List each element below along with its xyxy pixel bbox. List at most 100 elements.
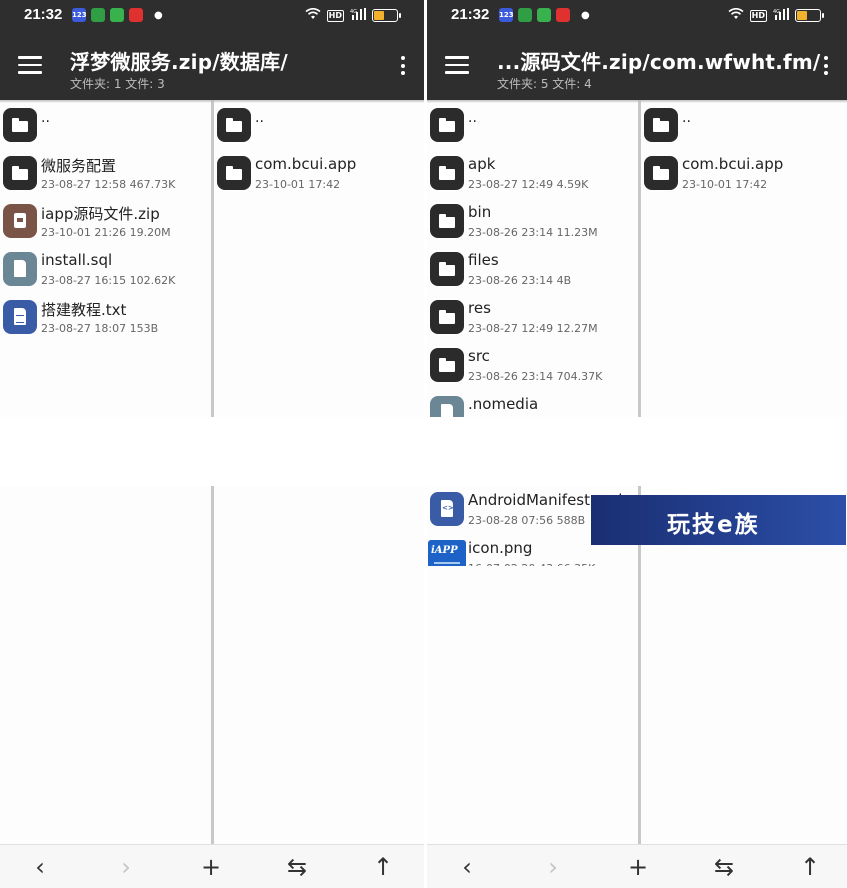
path-subtitle: 文件夹: 1 文件: 3 (70, 77, 165, 91)
calendar-icon: 123 (72, 8, 87, 22)
app-bar: ...源码文件.zip/com.wfwht.fm/ 文件夹: 5 文件: 4 (427, 32, 847, 100)
status-indicators: HD 4G (728, 7, 824, 23)
image-thumbnail-icon: iAPP (428, 540, 466, 566)
forward-button[interactable]: › (112, 853, 140, 881)
bottom-toolbar: ‹ › + ⇆ ↑ (427, 844, 847, 888)
status-bar: 21:32 123 ● HD 4G (0, 0, 424, 32)
calendar-icon: 123 (499, 8, 514, 22)
swap-panes-button[interactable]: ⇆ (710, 853, 738, 881)
file-name: install.sql (41, 251, 113, 269)
appbar-shadow (0, 100, 424, 103)
wifi-icon (305, 7, 321, 23)
status-time: 21:32 (451, 6, 490, 23)
file-list-item[interactable]: apk 23-08-27 12:49 4.59K (427, 150, 638, 196)
file-meta: 23-10-01 17:42 (682, 178, 768, 191)
android-icon (110, 8, 124, 22)
file-list-item[interactable]: src 23-08-26 23:14 704.37K (427, 342, 638, 388)
file-name: .. (41, 110, 50, 126)
file-list-item[interactable]: com.bcui.app 23-10-01 17:42 (214, 150, 424, 196)
hd-icon: HD (326, 9, 344, 22)
notification-dot-icon: ● (154, 9, 163, 21)
file-list-item[interactable]: com.bcui.app 23-10-01 17:42 (641, 150, 847, 196)
file-list-item[interactable]: install.sql 23-08-27 16:15 102.62K (0, 246, 211, 292)
watermark-logo: 玩技e族 (591, 495, 846, 545)
more-options-button[interactable] (400, 56, 406, 78)
folder-icon (3, 108, 37, 142)
folder-icon (217, 156, 251, 190)
file-meta: 23-08-27 18:07 153B (41, 322, 159, 335)
signal-icon: 4G (350, 8, 366, 23)
hd-icon: HD (749, 9, 767, 22)
pane-divider (211, 486, 214, 844)
android-icon (537, 8, 551, 22)
folder-icon (430, 252, 464, 286)
menu-button[interactable] (18, 56, 42, 76)
zip-file-icon (3, 204, 37, 238)
parent-folder-item[interactable]: .. (0, 102, 211, 148)
status-time: 21:32 (24, 6, 63, 23)
add-button[interactable]: + (197, 853, 225, 881)
file-list-item[interactable]: 微服务配置 23-08-27 12:58 467.73K (0, 150, 211, 196)
file-name: res (468, 299, 491, 317)
status-bar: 21:32 123 ● HD 4G (427, 0, 847, 32)
file-meta: 16-07-02 20:43 66.35K (468, 562, 595, 566)
file-meta: 23-08-27 12:49 4.59K (468, 178, 589, 191)
battery-icon (372, 9, 401, 22)
file-list-item[interactable]: 搭建教程.txt 23-08-27 18:07 153B (0, 294, 211, 340)
back-button[interactable]: ‹ (453, 853, 481, 881)
message-icon (518, 8, 532, 22)
file-name: apk (468, 155, 496, 173)
appbar-shadow (427, 100, 847, 103)
file-meta: 23-08-27 16:15 102.62K (41, 274, 176, 287)
file-list-item[interactable]: bin 23-08-26 23:14 11.23M (427, 198, 638, 244)
file-name: files (468, 251, 499, 269)
file-name: .. (468, 110, 477, 126)
image-splice-gap (427, 417, 847, 495)
path-subtitle: 文件夹: 5 文件: 4 (497, 77, 592, 91)
path-title: ...源码文件.zip/com.wfwht.fm/ (497, 50, 821, 74)
file-meta: 23-08-27 12:49 12.27M (468, 322, 598, 335)
forward-button[interactable]: › (539, 853, 567, 881)
sql-file-icon (3, 252, 37, 286)
watermark-text: 玩技e族 (667, 512, 760, 538)
parent-dir-button[interactable]: ↑ (369, 853, 397, 881)
video-icon (129, 8, 143, 22)
status-app-icons: 123 ● (72, 8, 163, 22)
folder-icon (430, 300, 464, 334)
file-name: .nomedia (468, 395, 539, 413)
parent-folder-item[interactable]: .. (214, 102, 424, 148)
folder-icon (3, 156, 37, 190)
folder-icon (430, 204, 464, 238)
back-button[interactable]: ‹ (26, 853, 54, 881)
file-name: iapp源码文件.zip (41, 205, 160, 223)
swap-panes-button[interactable]: ⇆ (283, 853, 311, 881)
parent-folder-item[interactable]: .. (641, 102, 847, 148)
parent-dir-button[interactable]: ↑ (796, 853, 824, 881)
file-list-item[interactable]: iapp源码文件.zip 23-10-01 21:26 19.20M (0, 198, 211, 244)
folder-icon (430, 348, 464, 382)
status-app-icons: 123 ● (499, 8, 590, 22)
thumbnail-text: iAPP (431, 545, 458, 556)
file-name: 搭建教程.txt (41, 301, 127, 319)
video-icon (556, 8, 570, 22)
file-meta: 23-08-26 23:14 11.23M (468, 226, 598, 239)
file-meta: 23-10-01 17:42 (255, 178, 341, 191)
file-name: icon.png (468, 539, 533, 557)
wifi-icon (728, 7, 744, 23)
file-list-item[interactable]: res 23-08-27 12:49 12.27M (427, 294, 638, 340)
parent-folder-item[interactable]: .. (427, 102, 638, 148)
file-meta: 23-08-26 23:14 4B (468, 274, 572, 287)
status-indicators: HD 4G (305, 7, 401, 23)
file-name: .. (255, 110, 264, 126)
txt-file-icon (3, 300, 37, 334)
file-meta: 23-10-01 21:26 19.20M (41, 226, 171, 239)
add-button[interactable]: + (624, 853, 652, 881)
file-meta: 23-08-28 07:56 588B (468, 514, 586, 527)
folder-icon (644, 108, 678, 142)
menu-button[interactable] (445, 56, 469, 76)
more-options-button[interactable] (823, 56, 829, 78)
file-list-item[interactable]: files 23-08-26 23:14 4B (427, 246, 638, 292)
folder-icon (217, 108, 251, 142)
file-name: com.bcui.app (682, 155, 784, 173)
notification-dot-icon: ● (581, 9, 590, 21)
